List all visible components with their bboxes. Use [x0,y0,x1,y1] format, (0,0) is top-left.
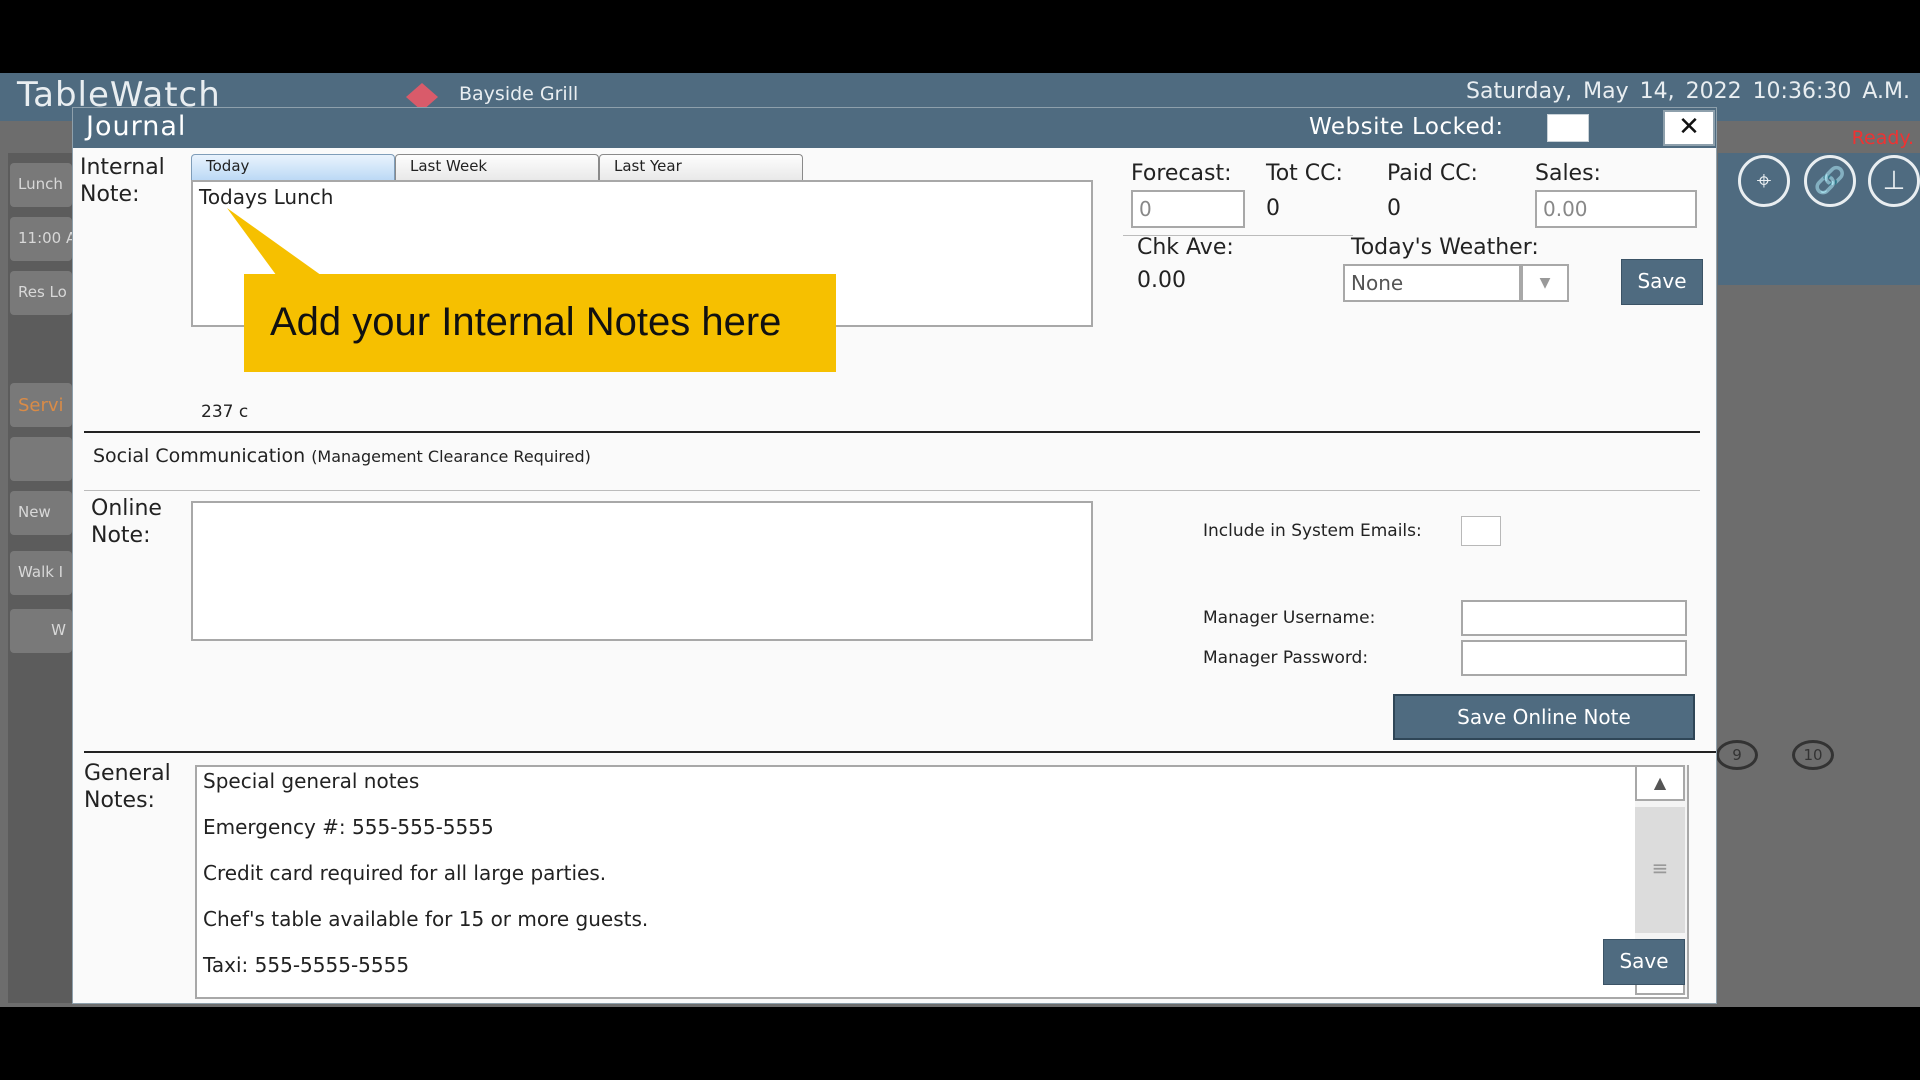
table-marker[interactable]: 9 [1716,740,1758,770]
character-count: 237 c [201,402,249,422]
general-notes-textarea[interactable]: Special general notes Emergency #: 555-5… [195,765,1689,999]
dialog-title: Journal [86,111,187,142]
scroll-thumb[interactable]: ≡ [1635,807,1685,933]
website-locked-checkbox[interactable] [1547,114,1589,142]
online-note-label: Online Note: [91,496,162,548]
tot-cc-value: 0 [1266,196,1280,221]
callout-pointer-icon [227,208,332,283]
weather-select[interactable]: None [1343,264,1521,302]
sidebar-item-walk-in[interactable]: Walk I [10,551,72,595]
sidebar-item-servers[interactable]: Servi [10,383,72,427]
paid-cc-value: 0 [1387,196,1401,221]
restaurant-name: Bayside Grill [459,83,579,105]
status-text: Ready. [1851,127,1914,149]
table-icon[interactable]: ⊥ [1868,155,1920,207]
divider [84,431,1700,433]
divider [84,490,1700,491]
link-icon[interactable]: 🔗 [1804,155,1856,207]
save-button[interactable]: Save [1621,259,1703,305]
website-locked-label: Website Locked: [1309,114,1504,140]
chk-ave-label: Chk Ave: [1137,235,1234,260]
forecast-input[interactable]: 0 [1131,190,1245,228]
sidebar-item-new[interactable]: New [10,491,72,535]
divider [84,751,1716,753]
general-note-line: Taxi: 555-5555-5555 [203,953,410,977]
sidebar-item-res-log[interactable]: Res Lo [10,271,72,315]
internal-note-label: Internal Note: [80,155,165,207]
sidebar-item-time[interactable]: 11:00 A [10,217,72,261]
manager-password-label: Manager Password: [1203,648,1369,668]
tool-icon[interactable]: ⌖ [1738,155,1790,207]
general-note-line: Special general notes [203,769,420,793]
general-note-line: Emergency #: 555-555-5555 [203,815,494,839]
tab-last-week[interactable]: Last Week [395,154,599,180]
save-online-note-button[interactable]: Save Online Note [1393,694,1695,740]
tutorial-callout: Add your Internal Notes here [244,274,836,372]
sidebar-item-blank[interactable] [10,437,72,481]
online-note-textarea[interactable] [191,501,1093,641]
tot-cc-label: Tot CC: [1266,161,1343,186]
management-clearance-note: (Management Clearance Required) [311,447,591,466]
tab-today[interactable]: Today [191,154,395,180]
table-marker[interactable]: 10 [1792,740,1834,770]
general-notes-label: General Notes: [84,761,171,813]
general-note-line: Chef's table available for 15 or more gu… [203,907,649,931]
manager-password-input[interactable] [1461,640,1687,676]
include-emails-label: Include in System Emails: [1203,521,1422,541]
general-note-line: Credit card required for all large parti… [203,861,607,885]
general-save-button[interactable]: Save [1603,939,1685,985]
manager-username-label: Manager Username: [1203,608,1376,628]
chevron-down-icon[interactable]: ▼ [1521,264,1569,302]
chk-ave-value: 0.00 [1137,268,1186,293]
sales-input[interactable]: 0.00 [1535,190,1697,228]
include-emails-checkbox[interactable] [1461,516,1501,546]
tab-last-year[interactable]: Last Year [599,154,803,180]
forecast-label: Forecast: [1131,161,1232,186]
scroll-up-icon[interactable]: ▲ [1635,765,1685,801]
date-time: Saturday, May 14, 2022 10:36:30 A.M. [1466,79,1910,104]
manager-username-input[interactable] [1461,600,1687,636]
social-communication-title: Social Communication [93,445,306,467]
sales-label: Sales: [1535,161,1601,186]
sidebar-item-w[interactable]: W [10,609,72,653]
weather-label: Today's Weather: [1351,235,1539,260]
close-button[interactable]: ✕ [1663,110,1715,146]
tablewatch-app: TableWatch Bayside Grill Saturday, May 1… [0,73,1920,1007]
paid-cc-label: Paid CC: [1387,161,1478,186]
social-communication-label: Social Communication (Management Clearan… [93,445,591,467]
sidebar-item-lunch[interactable]: Lunch [10,163,72,207]
dialog-header: Journal Website Locked: ✕ [73,108,1716,148]
